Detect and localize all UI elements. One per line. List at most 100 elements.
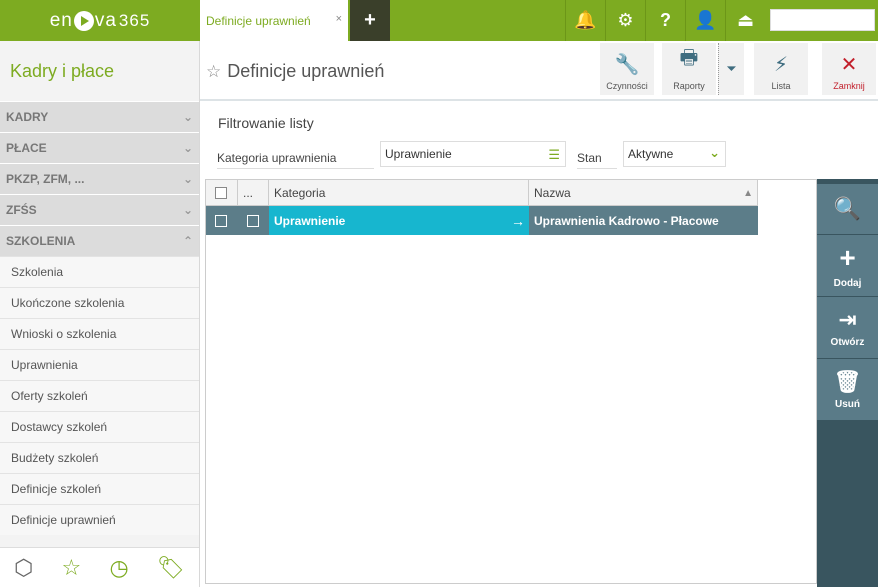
row-checkbox-cell[interactable] xyxy=(206,206,238,235)
sidebar-item-dostawcy-szkolen[interactable]: Dostawcy szkoleń xyxy=(0,411,199,442)
arrow-right-icon[interactable]: → xyxy=(511,213,525,229)
dodaj-label: Dodaj xyxy=(833,278,862,289)
czynnosci-label: Czynności xyxy=(606,81,648,91)
zamknij-label: Zamknij xyxy=(833,81,865,91)
tab-close-icon[interactable]: × xyxy=(336,13,342,25)
checkbox xyxy=(215,187,227,199)
logo-text-post: va xyxy=(94,9,117,31)
sidebar-item-uprawnienia[interactable]: Uprawnienia xyxy=(0,349,199,380)
kategoria-value: Uprawnienie xyxy=(385,147,452,161)
stan-value: Aktywne xyxy=(628,147,674,161)
section-label: KADRY xyxy=(6,110,49,124)
data-grid: ... Kategoria Nazwa ▲ Uprawnienie → Upra… xyxy=(205,179,817,584)
logo-text-pre: en xyxy=(49,9,73,31)
page-header: ☆ Definicje uprawnień 🔧 Czynności 🖶 Rapor… xyxy=(200,41,878,101)
kategoria-field[interactable]: Uprawnienie ☰ xyxy=(380,141,566,167)
raporty-label: Raporty xyxy=(673,81,705,91)
zamknij-button[interactable]: ✕ Zamknij xyxy=(822,43,876,95)
top-bar: en va 365 Definicje uprawnień × + 🔔 ⚙ ? 👤 … xyxy=(0,0,878,41)
tab-definicje-uprawnien[interactable]: Definicje uprawnień × xyxy=(200,0,348,41)
tab-label: Definicje uprawnień xyxy=(206,13,311,28)
page-title-wrap: ☆ Definicje uprawnień xyxy=(206,61,384,82)
help-icon[interactable]: ? xyxy=(645,0,685,41)
czynnosci-button[interactable]: 🔧 Czynności xyxy=(600,43,654,95)
star-icon[interactable]: ☆ xyxy=(62,555,82,581)
raporty-button[interactable]: 🖶 Raporty xyxy=(662,43,716,95)
chevron-down-icon: ⌄ xyxy=(182,172,193,186)
filter-panel: Filtrowanie listy Kategoria uprawnienia … xyxy=(205,103,878,179)
raporty-dropdown-button[interactable]: ⏷ xyxy=(718,43,744,95)
add-tab-button[interactable]: + xyxy=(350,0,390,41)
sidebar-item-definicje-szkolen[interactable]: Definicje szkoleń xyxy=(0,473,199,504)
section-label: ZFŚS xyxy=(6,203,37,217)
stan-select[interactable]: Aktywne ⌄ xyxy=(623,141,726,167)
gear-icon[interactable]: ⚙ xyxy=(605,0,645,41)
section-label: PKZP, ZFM, ... xyxy=(6,172,85,186)
open-icon: ⇥ xyxy=(838,307,857,332)
chevron-up-icon: ⌃ xyxy=(182,234,193,248)
sidebar-item-wnioski-o-szkolenia[interactable]: Wnioski o szkolenia xyxy=(0,318,199,349)
sidebar-item-budzety-szkolen[interactable]: Budżety szkoleń xyxy=(0,442,199,473)
sidebar-item-definicje-uprawnien[interactable]: Definicje uprawnień xyxy=(0,504,199,535)
trash-icon: 🗑 xyxy=(833,369,862,394)
nazwa-header-label: Nazwa xyxy=(534,186,571,200)
sidebar-section-zfss[interactable]: ZFŚS ⌄ xyxy=(0,194,199,225)
row-menu-cell[interactable] xyxy=(238,206,269,235)
kategoria-value: Uprawnienie xyxy=(274,213,346,228)
column-menu[interactable]: ... xyxy=(238,180,269,206)
cell-kategoria[interactable]: Uprawnienie → xyxy=(269,206,529,235)
chevron-down-icon: ⌄ xyxy=(182,141,193,155)
stan-label: Stan xyxy=(577,147,617,169)
logout-icon[interactable]: ⏏ xyxy=(725,0,765,41)
grid-header: ... Kategoria Nazwa ▲ xyxy=(206,180,758,206)
logo-number: 365 xyxy=(118,10,151,30)
clock-icon[interactable]: ◷ xyxy=(110,555,129,581)
lista-label: Lista xyxy=(771,81,791,91)
select-all-checkbox[interactable] xyxy=(206,180,238,206)
sidebar-section-place[interactable]: PŁACE ⌄ xyxy=(0,132,199,163)
kategoria-label: Kategoria uprawnienia xyxy=(217,147,374,169)
box-icon[interactable]: ⬡ xyxy=(14,555,33,581)
global-search-input[interactable] xyxy=(770,9,875,31)
column-header-kategoria[interactable]: Kategoria xyxy=(269,180,529,206)
sidebar-section-pkzp[interactable]: PKZP, ZFM, ... ⌄ xyxy=(0,163,199,194)
lightning-icon: ⚡ xyxy=(773,54,789,76)
otworz-button[interactable]: ⇥ Otwórz xyxy=(817,297,878,358)
bell-icon[interactable]: 🔔 xyxy=(565,0,605,41)
app-logo[interactable]: en va 365 xyxy=(0,0,200,41)
favorite-star-icon[interactable]: ☆ xyxy=(206,62,221,81)
dodaj-button[interactable]: + Dodaj xyxy=(817,235,878,296)
otworz-label: Otwórz xyxy=(830,337,865,348)
checkbox xyxy=(247,214,259,227)
usun-button[interactable]: 🗑 Usuń xyxy=(817,359,878,420)
sidebar-item-szkolenia[interactable]: Szkolenia xyxy=(0,256,199,287)
cell-nazwa[interactable]: Uprawnienia Kadrowo - Płacowe xyxy=(529,206,758,235)
lista-button[interactable]: ⚡ Lista xyxy=(754,43,808,95)
page-title: Definicje uprawnień xyxy=(227,61,385,81)
column-header-nazwa[interactable]: Nazwa ▲ xyxy=(529,180,758,206)
sidebar-item-oferty-szkolen[interactable]: Oferty szkoleń xyxy=(0,380,199,411)
sidebar-title: Kadry i płace xyxy=(10,60,115,81)
usun-label: Usuń xyxy=(835,399,860,410)
tag-icon[interactable]: 🏷 xyxy=(157,555,185,581)
chevron-down-icon: ⌄ xyxy=(182,110,193,124)
filter-title: Filtrowanie listy xyxy=(218,115,314,131)
list-icon[interactable]: ☰ xyxy=(548,147,560,163)
sidebar-bottom-bar: ⬡ ☆ ◷ 🏷 xyxy=(0,547,199,587)
chevron-down-icon: ⌄ xyxy=(709,145,720,160)
play-icon xyxy=(73,10,94,31)
action-bar: 🔍 + Dodaj ⇥ Otwórz 🗑 Usuń xyxy=(817,179,878,587)
printer-icon: 🖶 xyxy=(679,47,699,69)
user-icon[interactable]: 👤 xyxy=(685,0,725,41)
checkbox xyxy=(215,214,227,227)
table-row[interactable]: Uprawnienie → Uprawnienia Kadrowo - Płac… xyxy=(206,206,758,235)
plus-icon: + xyxy=(839,242,856,273)
search-button[interactable]: 🔍 xyxy=(817,184,878,234)
sidebar-section-szkolenia[interactable]: SZKOLENIA ⌃ xyxy=(0,225,199,256)
sort-asc-icon: ▲ xyxy=(743,187,753,199)
sidebar-item-ukonczone-szkolenia[interactable]: Ukończone szkolenia xyxy=(0,287,199,318)
chevron-down-icon: ⌄ xyxy=(182,203,193,217)
section-label: SZKOLENIA xyxy=(6,234,76,248)
sidebar-section-kadry[interactable]: KADRY ⌄ xyxy=(0,101,199,132)
close-icon: ✕ xyxy=(840,54,858,76)
